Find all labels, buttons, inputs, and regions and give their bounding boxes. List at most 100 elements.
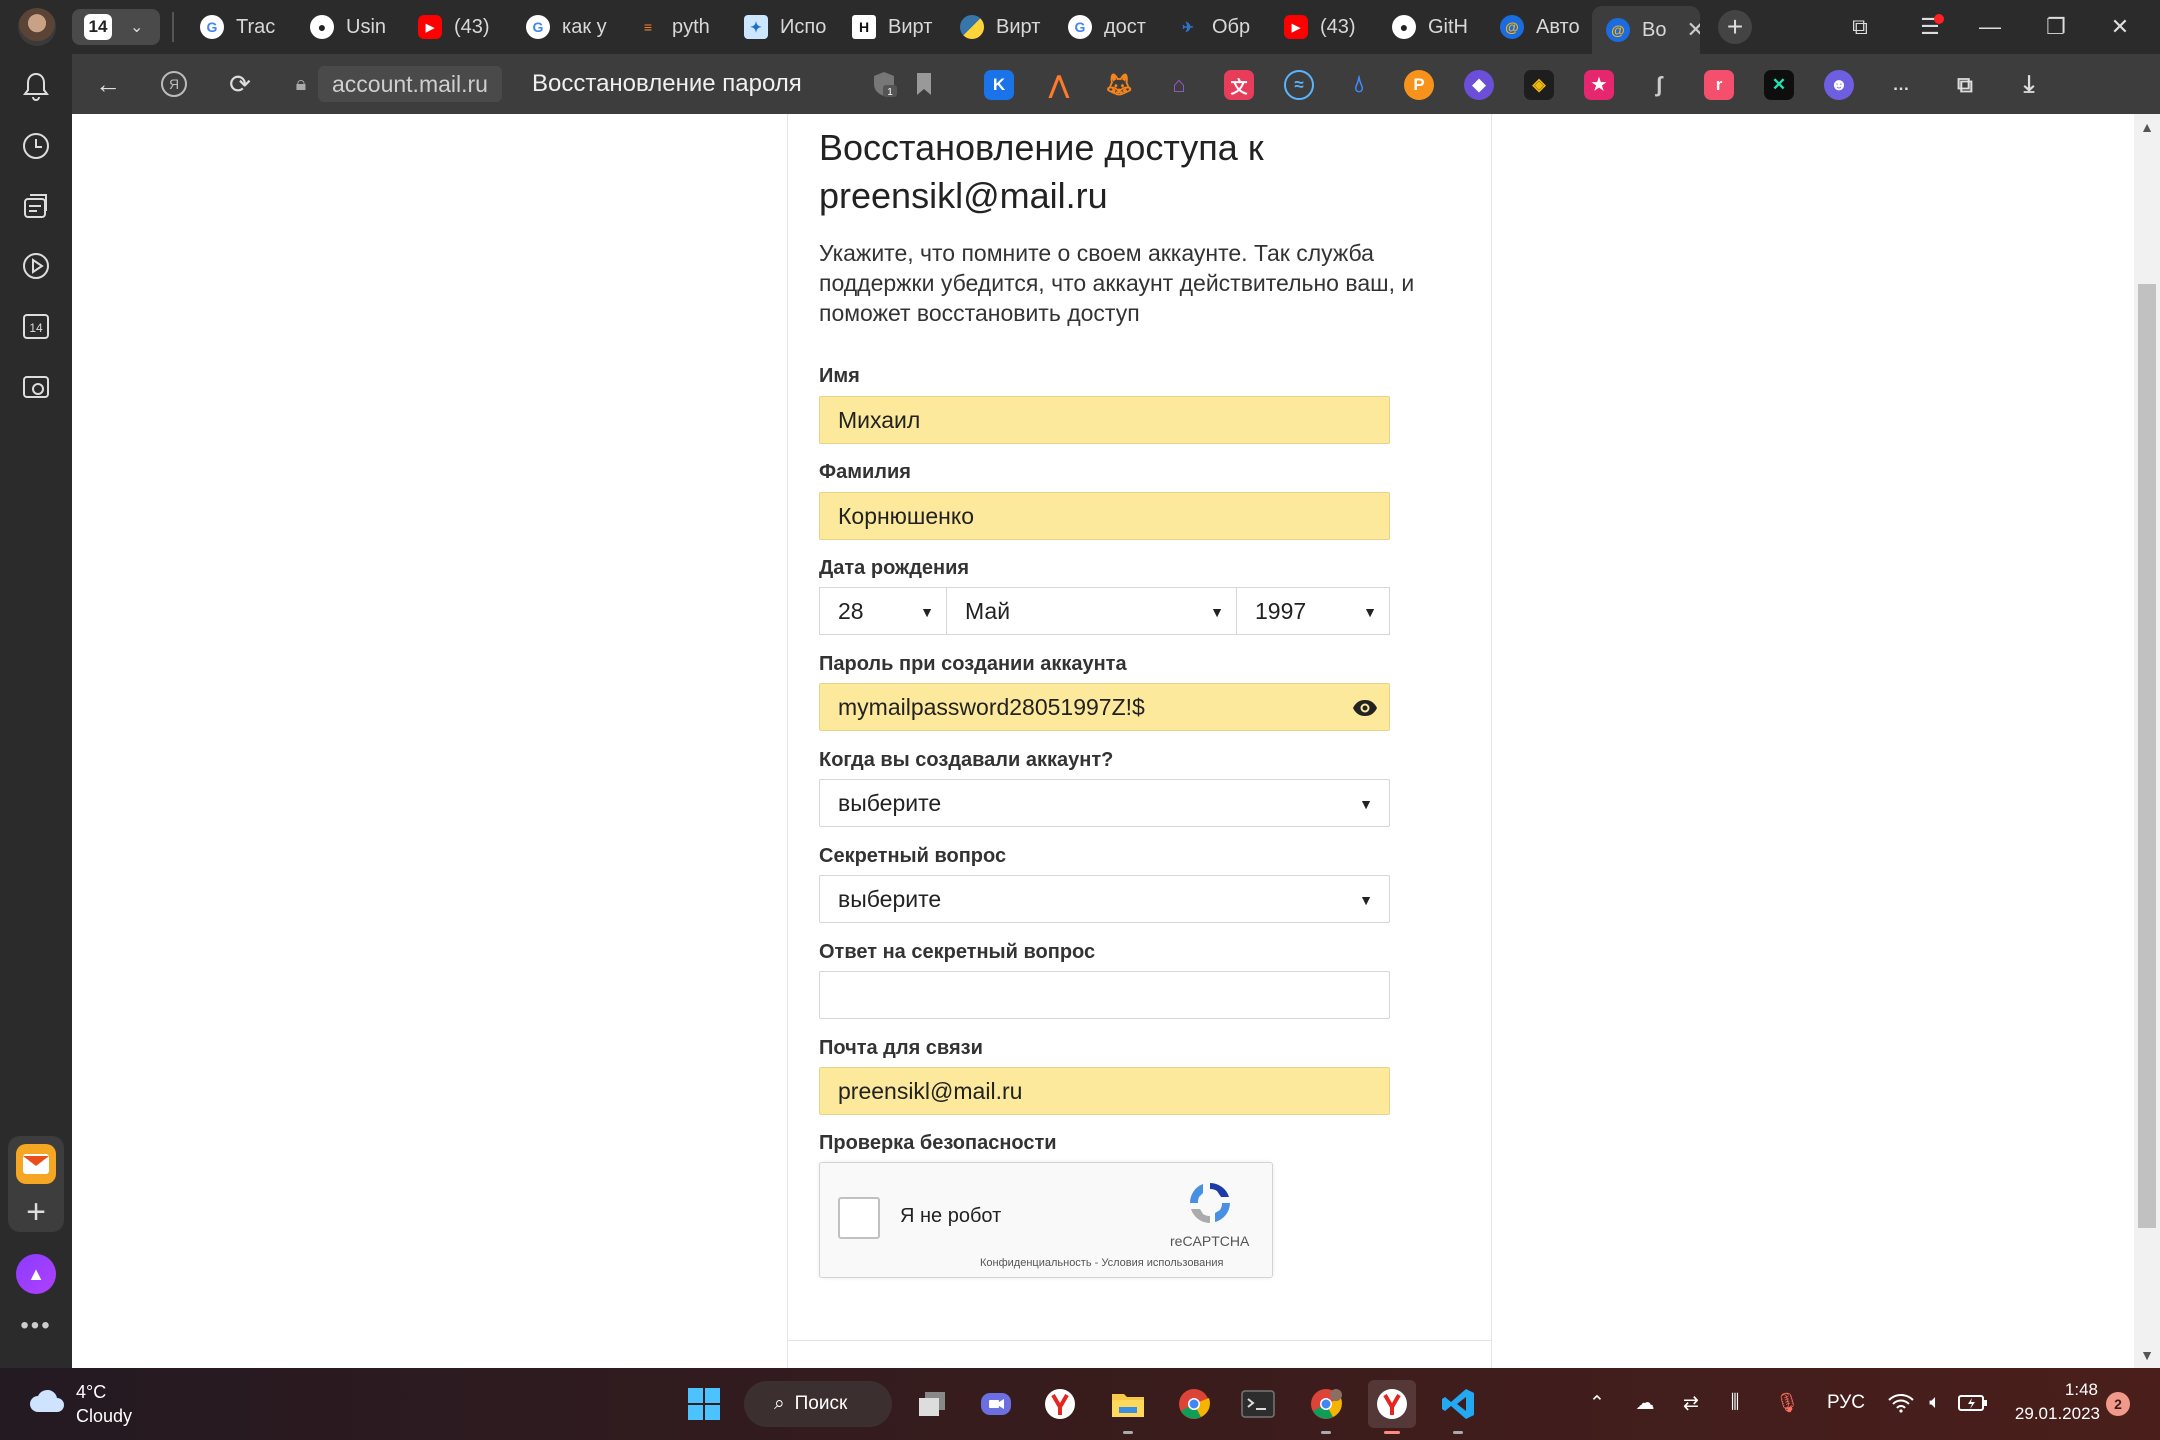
tab-7[interactable]: H Вирт: [838, 6, 934, 48]
tab-6[interactable]: ✦ Испо: [730, 6, 826, 48]
wifi-icon[interactable]: [1886, 1386, 1916, 1420]
translate-icon[interactable]: 文: [1224, 70, 1254, 100]
star-icon[interactable]: ★: [1584, 70, 1614, 100]
contact-email-input[interactable]: preensikl@mail.ru: [819, 1067, 1390, 1115]
menu-button[interactable]: ☰: [1910, 8, 1950, 46]
download-icon[interactable]: ⤓: [2014, 70, 2044, 100]
yandex-mail-icon[interactable]: [16, 1144, 56, 1184]
close-tab-icon[interactable]: ✕: [1686, 17, 1700, 43]
back-arrow-icon[interactable]: ←: [90, 66, 126, 102]
recaptcha-links[interactable]: Конфиденциальность - Условия использован…: [980, 1257, 1223, 1269]
microphone-icon[interactable]: 🎙︎: [1772, 1386, 1802, 1420]
clock-date[interactable]: 29.01.2023: [2008, 1404, 2100, 1424]
birth-year-select[interactable]: 1997 ▼: [1236, 587, 1390, 635]
wave-icon[interactable]: ≈: [1284, 70, 1314, 100]
extension-a-icon[interactable]: ⋀: [1044, 70, 1074, 100]
bell-icon[interactable]: [18, 68, 54, 104]
tab-13[interactable]: @ Авто: [1486, 6, 1582, 48]
extension-k-icon[interactable]: K: [984, 70, 1014, 100]
vscode-icon[interactable]: [1434, 1380, 1482, 1434]
tab-counter-button[interactable]: 14 ⌄: [72, 9, 160, 45]
volume-icon[interactable]: 🔈︎: [1920, 1386, 1950, 1420]
extension-bot-icon[interactable]: ☻: [1824, 70, 1854, 100]
collections-icon[interactable]: [18, 188, 54, 224]
yandex-browser-icon[interactable]: [1036, 1380, 1084, 1428]
binance-icon[interactable]: ◈: [1524, 70, 1554, 100]
extension-p-icon[interactable]: P: [1404, 70, 1434, 100]
tab-5[interactable]: ≡ pyth: [622, 6, 718, 48]
add-sidebar-app-icon[interactable]: +: [16, 1192, 56, 1232]
language-indicator[interactable]: РУС: [1818, 1386, 1874, 1420]
clock-time[interactable]: 1:48: [2058, 1380, 2098, 1400]
teams-chat-icon[interactable]: [972, 1380, 1020, 1428]
new-tab-button[interactable]: +: [1718, 10, 1752, 44]
close-window-button[interactable]: ✕: [2100, 8, 2140, 46]
more-icon[interactable]: •••: [16, 1312, 56, 1339]
scroll-icon[interactable]: ʃ: [1644, 70, 1674, 100]
battery-icon[interactable]: [1956, 1386, 1990, 1420]
tab-4[interactable]: G как у: [512, 6, 608, 48]
chrome-icon[interactable]: [1170, 1380, 1218, 1428]
restore-button[interactable]: ❐: [2036, 8, 2076, 46]
recaptcha-checkbox[interactable]: [838, 1197, 880, 1239]
tab-10[interactable]: ✈ Обр: [1162, 6, 1258, 48]
minimize-button[interactable]: —: [1970, 8, 2010, 46]
screenshot-icon[interactable]: [18, 368, 54, 404]
tab-1[interactable]: G Trac: [186, 6, 282, 48]
yandex-browser-active-icon[interactable]: [1368, 1380, 1416, 1434]
collections-icon[interactable]: ⧉: [1840, 8, 1880, 46]
settings-sliders-icon[interactable]: ⇄: [1674, 1386, 1708, 1420]
notification-badge[interactable]: 2: [2106, 1392, 2130, 1416]
birth-month-select[interactable]: Май ▼: [946, 587, 1237, 635]
chrome-profile-icon[interactable]: [1302, 1380, 1350, 1434]
created-when-select[interactable]: выберите ▼: [819, 779, 1390, 827]
tab-14-active[interactable]: @ Во ✕: [1592, 6, 1700, 54]
meter-icon[interactable]: ⫼: [1718, 1386, 1752, 1420]
metamask-icon[interactable]: 🦊︎: [1104, 70, 1134, 100]
lock-icon[interactable]: 🔒︎: [286, 66, 316, 102]
tab-3[interactable]: ▶ (43): [404, 6, 500, 48]
tab-2[interactable]: ● Usin: [296, 6, 392, 48]
url-field[interactable]: account.mail.ru: [318, 66, 502, 102]
profile-avatar[interactable]: [18, 8, 56, 46]
drop-icon[interactable]: 💧︎: [1344, 70, 1374, 100]
extension-d-icon[interactable]: ⌂: [1164, 70, 1194, 100]
secret-question-select[interactable]: выберите ▼: [819, 875, 1390, 923]
onedrive-cloud-icon[interactable]: ☁: [1628, 1386, 1662, 1420]
tab-8[interactable]: Вирт: [946, 6, 1042, 48]
tab-9[interactable]: G дост: [1054, 6, 1150, 48]
password-input[interactable]: mymailpassword28051997Z!$: [819, 683, 1390, 731]
bookmark-icon[interactable]: [906, 66, 942, 102]
scroll-down-icon[interactable]: ▼: [2134, 1342, 2160, 1368]
extension-r-icon[interactable]: r: [1704, 70, 1734, 100]
file-explorer-icon[interactable]: [1104, 1380, 1152, 1434]
tab-12[interactable]: ● GitH: [1378, 6, 1474, 48]
tray-overflow-chevron-icon[interactable]: ⌃: [1582, 1386, 1612, 1420]
first-name-input[interactable]: Михаил: [819, 396, 1390, 444]
calendar-icon[interactable]: 14: [18, 308, 54, 344]
tab-11[interactable]: ▶ (43): [1270, 6, 1366, 48]
scroll-up-icon[interactable]: ▲: [2134, 114, 2160, 140]
taskbar-search[interactable]: ⌕ Поиск: [744, 1381, 892, 1427]
secret-answer-input[interactable]: [819, 971, 1390, 1019]
history-icon[interactable]: [18, 128, 54, 164]
video-play-icon[interactable]: [18, 248, 54, 284]
birth-day-select[interactable]: 28 ▼: [819, 587, 947, 635]
extension-x-icon[interactable]: ✕: [1764, 70, 1794, 100]
protect-shield-icon[interactable]: 1: [866, 66, 902, 102]
weather-temperature[interactable]: 4°C: [76, 1382, 106, 1403]
page-scrollbar[interactable]: ▲ ▼: [2134, 114, 2160, 1368]
eye-icon[interactable]: [1351, 694, 1379, 722]
more-extensions-icon[interactable]: …: [1886, 70, 1916, 100]
scroll-thumb[interactable]: [2138, 284, 2156, 1228]
terminal-icon[interactable]: [1234, 1380, 1282, 1428]
windows-start-icon[interactable]: [680, 1380, 728, 1428]
weather-condition[interactable]: Cloudy: [76, 1406, 132, 1427]
yandex-logo-icon[interactable]: Я: [156, 66, 192, 102]
task-view-icon[interactable]: [908, 1380, 956, 1428]
last-name-input[interactable]: Корнюшенко: [819, 492, 1390, 540]
extension-hex-icon[interactable]: ◆: [1464, 70, 1494, 100]
alice-assistant-icon[interactable]: ▲: [16, 1254, 56, 1294]
sidebar-toggle-icon[interactable]: ⧉: [1950, 70, 1980, 100]
reload-icon[interactable]: ⟳: [222, 66, 258, 102]
